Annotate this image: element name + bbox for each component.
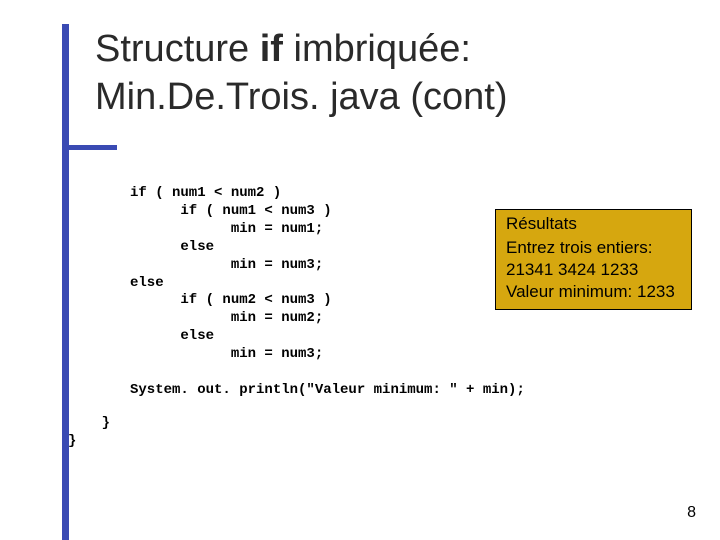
title-line1-pre: Structure	[95, 28, 260, 70]
accent-horizontal-dash	[62, 145, 117, 150]
results-line1: Entrez trois entiers:	[506, 237, 683, 259]
results-box: Résultats Entrez trois entiers: 21341 34…	[495, 209, 692, 310]
results-heading: Résultats	[506, 213, 683, 235]
accent-vertical-line	[62, 24, 69, 540]
title-line1-post: imbriquée:	[283, 28, 471, 70]
slide-title: Structure if imbriquée: Min.De.Trois. ja…	[95, 26, 507, 121]
code-main: if ( num1 < num2 ) if ( num1 < num3 ) mi…	[130, 185, 525, 398]
slide: Structure if imbriquée: Min.De.Trois. ja…	[0, 0, 720, 540]
title-keyword: if	[260, 28, 283, 70]
title-line2: Min.De.Trois. java (cont)	[95, 76, 507, 118]
results-line2: 21341 3424 1233	[506, 259, 683, 281]
code-closing: } }	[68, 415, 110, 449]
code-block: if ( num1 < num2 ) if ( num1 < num3 ) mi…	[130, 185, 525, 400]
page-number: 8	[687, 504, 696, 522]
code-tail: } }	[68, 415, 110, 451]
results-line3: Valeur minimum: 1233	[506, 281, 683, 303]
